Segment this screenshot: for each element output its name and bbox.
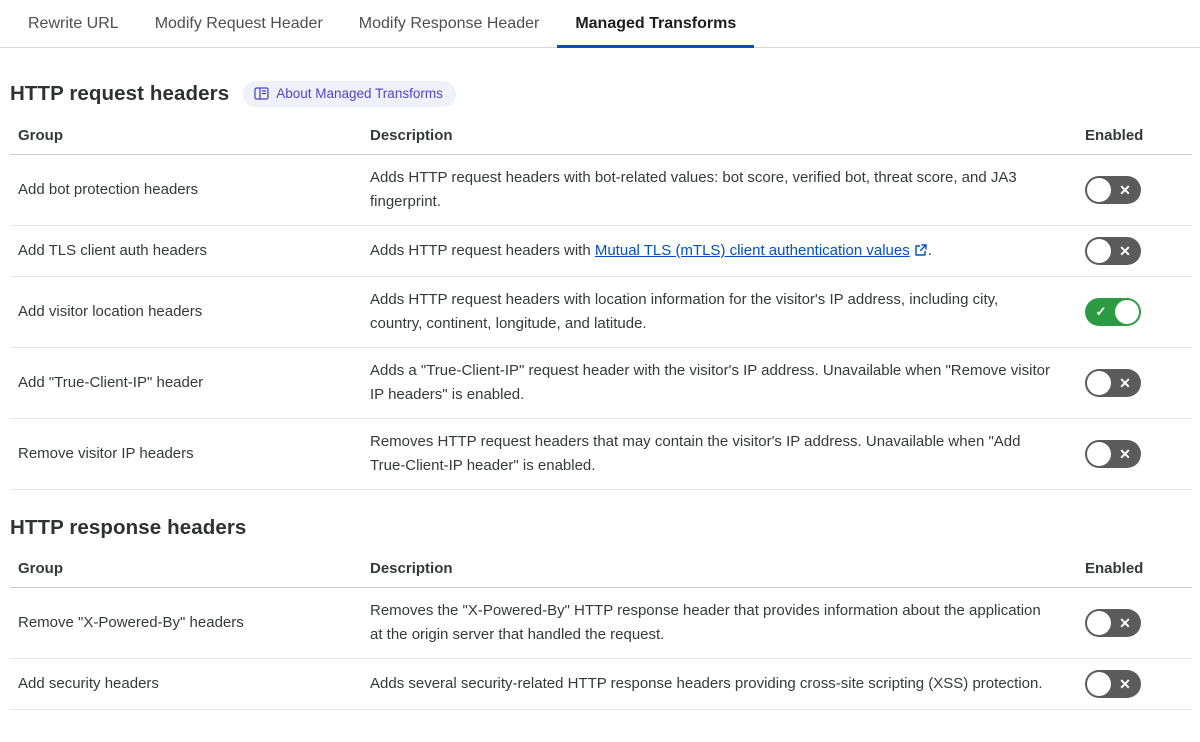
- response-headers-table: Group Description Enabled Remove "X-Powe…: [10, 552, 1192, 710]
- enabled-cell: ✕: [1077, 225, 1192, 277]
- group-cell: Add security headers: [10, 658, 362, 710]
- toggle-add-visitor-location-headers[interactable]: ✓: [1085, 298, 1141, 326]
- about-managed-transforms-link[interactable]: About Managed Transforms: [243, 81, 456, 107]
- toggle-remove-x-powered-by-headers[interactable]: ✕: [1085, 609, 1141, 637]
- toggle-knob: [1087, 442, 1111, 466]
- column-header-group: Group: [10, 552, 362, 588]
- managed-transforms-panel: HTTP request headers About Managed Trans…: [0, 81, 1200, 732]
- request-headers-table: Group Description Enabled Add bot protec…: [10, 119, 1192, 490]
- enabled-cell: ✕: [1077, 154, 1192, 226]
- x-icon: ✕: [1119, 375, 1131, 391]
- description-cell: Adds HTTP request headers with bot-relat…: [362, 154, 1077, 226]
- toggle-knob: [1087, 178, 1111, 202]
- enabled-cell: ✕: [1077, 587, 1192, 659]
- group-cell: Remove visitor IP headers: [10, 418, 362, 490]
- transform-rules-tabbar: Rewrite URL Modify Request Header Modify…: [0, 0, 1200, 48]
- description-cell: Removes HTTP request headers that may co…: [362, 418, 1077, 490]
- toggle-remove-visitor-ip-headers[interactable]: ✕: [1085, 440, 1141, 468]
- group-cell: Remove "X-Powered-By" headers: [10, 587, 362, 659]
- check-icon: ✓: [1095, 304, 1107, 319]
- toggle-add-bot-protection-headers[interactable]: ✕: [1085, 176, 1141, 204]
- about-badge-label: About Managed Transforms: [276, 86, 443, 101]
- x-icon: ✕: [1119, 243, 1131, 259]
- toggle-knob: [1087, 672, 1111, 696]
- description-cell: Removes the "X-Powered-By" HTTP response…: [362, 587, 1077, 659]
- tab-modify-request-header[interactable]: Modify Request Header: [137, 0, 341, 47]
- table-header-row: Group Description Enabled: [10, 119, 1192, 155]
- x-icon: ✕: [1119, 182, 1131, 198]
- toggle-knob: [1087, 371, 1111, 395]
- toggle-add-tls-client-auth-headers[interactable]: ✕: [1085, 237, 1141, 265]
- column-header-enabled: Enabled: [1077, 552, 1192, 588]
- table-header-row: Group Description Enabled: [10, 552, 1192, 588]
- enabled-cell: ✕: [1077, 418, 1192, 490]
- toggle-add-true-client-ip-header[interactable]: ✕: [1085, 369, 1141, 397]
- column-header-description: Description: [362, 119, 1077, 155]
- column-header-enabled: Enabled: [1077, 119, 1192, 155]
- column-header-description: Description: [362, 552, 1077, 588]
- request-headers-section-title: HTTP request headers: [10, 82, 230, 105]
- enabled-cell: ✕: [1077, 347, 1192, 419]
- x-icon: ✕: [1119, 615, 1131, 631]
- tab-managed-transforms[interactable]: Managed Transforms: [557, 0, 755, 48]
- external-link-icon: [910, 242, 928, 259]
- tab-modify-response-header[interactable]: Modify Response Header: [341, 0, 558, 47]
- table-row: Remove visitor IP headers Removes HTTP re…: [10, 418, 1192, 490]
- toggle-add-security-headers[interactable]: ✕: [1085, 670, 1141, 698]
- x-icon: ✕: [1119, 446, 1131, 462]
- x-icon: ✕: [1119, 676, 1131, 692]
- enabled-cell: ✓: [1077, 276, 1192, 348]
- table-row: Add TLS client auth headers Adds HTTP req…: [10, 225, 1192, 277]
- description-cell: Adds several security-related HTTP respo…: [362, 658, 1077, 710]
- column-header-group: Group: [10, 119, 362, 155]
- response-headers-section-title: HTTP response headers: [10, 516, 247, 539]
- table-row: Remove "X-Powered-By" headers Removes the…: [10, 587, 1192, 659]
- book-icon: [254, 87, 269, 100]
- table-row: Add visitor location headers Adds HTTP re…: [10, 276, 1192, 348]
- group-cell: Add TLS client auth headers: [10, 225, 362, 277]
- description-cell: Adds HTTP request headers with Mutual TL…: [362, 225, 1077, 277]
- description-cell: Adds a "True-Client-IP" request header w…: [362, 347, 1077, 419]
- toggle-knob: [1087, 611, 1111, 635]
- description-cell: Adds HTTP request headers with location …: [362, 276, 1077, 348]
- enabled-cell: ✕: [1077, 658, 1192, 710]
- table-row: Add security headers Adds several securit…: [10, 658, 1192, 710]
- toggle-knob: [1115, 300, 1139, 324]
- description-link[interactable]: Mutual TLS (mTLS) client authentication …: [595, 242, 910, 259]
- group-cell: Add visitor location headers: [10, 276, 362, 348]
- toggle-knob: [1087, 239, 1111, 263]
- table-row: Add "True-Client-IP" header Adds a "True-…: [10, 347, 1192, 419]
- table-row: Add bot protection headers Adds HTTP requ…: [10, 154, 1192, 226]
- tab-rewrite-url[interactable]: Rewrite URL: [10, 0, 137, 47]
- group-cell: Add bot protection headers: [10, 154, 362, 226]
- group-cell: Add "True-Client-IP" header: [10, 347, 362, 419]
